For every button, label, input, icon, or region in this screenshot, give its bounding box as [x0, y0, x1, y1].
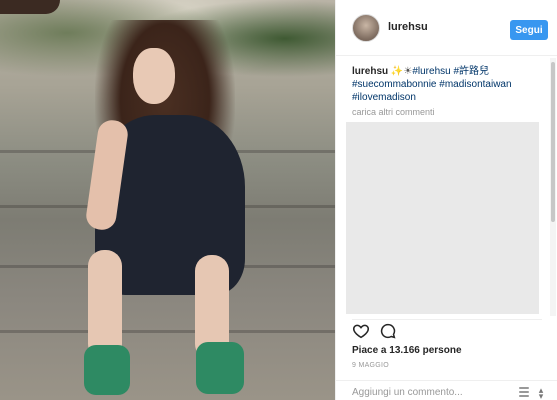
comment-input[interactable] — [352, 387, 512, 398]
post-actions — [352, 319, 542, 340]
hashtag-link[interactable]: #madisontaiwan — [439, 79, 511, 90]
photo-step-line — [0, 330, 335, 333]
header-username[interactable]: lurehsu — [388, 21, 428, 33]
add-comment-bar: ▴▾ — [336, 380, 557, 400]
post-caption: lurehsu ✨☀#lurehsu #許路兒 #suecommabonnie … — [352, 65, 544, 104]
hashtag-link[interactable]: #許路兒 — [453, 66, 489, 77]
load-more-comments-link[interactable]: carica altri commenti — [352, 107, 435, 117]
photo-person-shoe — [84, 345, 130, 395]
comments-scrollbar[interactable] — [550, 58, 556, 316]
comments-placeholder — [346, 122, 539, 314]
photo-corner-shape — [0, 0, 60, 14]
hashtag-link[interactable]: #lurehsu — [412, 66, 450, 77]
photo-person-face — [133, 48, 175, 104]
follow-button[interactable]: Segui — [510, 20, 548, 40]
post-photo[interactable] — [0, 0, 335, 400]
avatar[interactable] — [352, 14, 380, 42]
photo-person-leg — [88, 250, 122, 360]
comment-icon[interactable] — [379, 322, 397, 340]
photo-person-shoe — [196, 342, 244, 394]
heart-icon[interactable] — [352, 322, 370, 340]
caption-username[interactable]: lurehsu — [352, 66, 388, 77]
hashtag-link[interactable]: #ilovemadison — [352, 92, 416, 103]
scrollbar-thumb[interactable] — [551, 62, 555, 222]
hashtag-link[interactable]: #suecommabonnie — [352, 79, 437, 90]
likes-count[interactable]: Piace a 13.166 persone — [352, 345, 462, 356]
post-date: 9 MAGGIO — [352, 362, 390, 369]
post-side-panel: lurehsu Segui lurehsu ✨☀#lurehsu #許路兒 #s… — [335, 0, 557, 400]
resize-icon[interactable]: ▴ ▾ — [536, 386, 546, 400]
more-options-icon[interactable] — [519, 387, 531, 397]
caption-emoji: ✨☀ — [390, 66, 413, 77]
post-header: lurehsu Segui — [336, 0, 557, 56]
